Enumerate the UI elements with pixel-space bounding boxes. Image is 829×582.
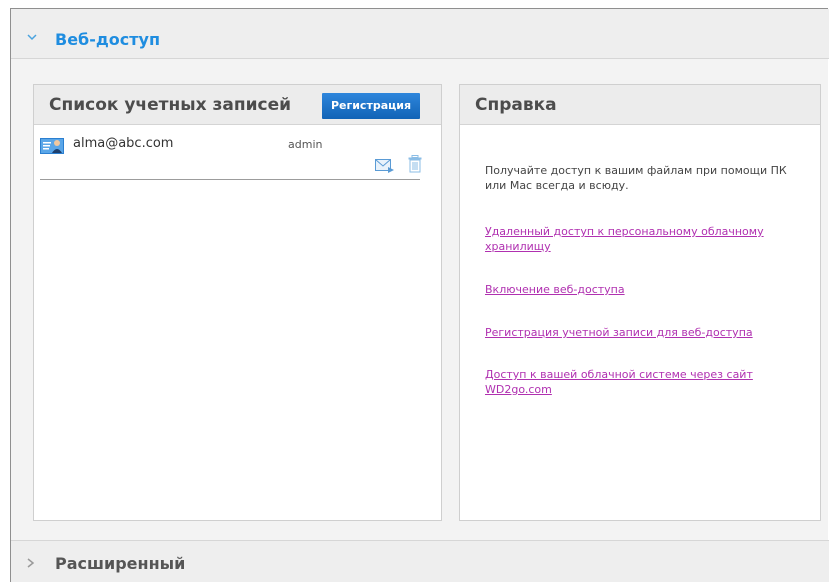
- send-mail-icon[interactable]: [375, 158, 395, 174]
- account-row[interactable]: alma@abc.com admin: [40, 135, 422, 180]
- accounts-panel-title: Список учетных записей: [49, 95, 292, 115]
- help-link-wd2go[interactable]: Доступ к вашей облачной системе через са…: [485, 367, 803, 397]
- user-account-icon: [40, 135, 64, 157]
- help-intro-text: Получайте доступ к вашим файлам при помо…: [485, 164, 787, 192]
- help-link-register-account[interactable]: Регистрация учетной записи для веб-досту…: [485, 325, 803, 340]
- register-button[interactable]: Регистрация: [322, 93, 420, 119]
- help-panel-header: Справка: [460, 85, 820, 125]
- help-link-enable-web-access[interactable]: Включение веб-доступа: [485, 282, 803, 297]
- web-access-title[interactable]: Веб-доступ: [55, 30, 160, 49]
- advanced-section-header[interactable]: Расширенный: [11, 540, 829, 582]
- help-panel: Справка Получайте доступ к вашим файлам …: [459, 84, 821, 521]
- chevron-right-icon[interactable]: [27, 558, 35, 570]
- trash-icon[interactable]: [408, 155, 422, 173]
- accounts-panel: Список учетных записей Регистрация alma@…: [33, 84, 442, 521]
- settings-container: Веб-доступ Список учетных записей Регист…: [10, 8, 829, 582]
- account-email: alma@abc.com: [73, 136, 174, 151]
- web-access-section-header[interactable]: Веб-доступ: [11, 9, 829, 59]
- page: Веб-доступ Список учетных записей Регист…: [0, 0, 829, 582]
- advanced-title[interactable]: Расширенный: [55, 554, 185, 573]
- help-panel-title: Справка: [475, 95, 557, 115]
- chevron-down-icon[interactable]: [27, 33, 37, 44]
- accounts-panel-header: Список учетных записей Регистрация: [34, 85, 441, 125]
- account-role: admin: [288, 138, 323, 151]
- help-link-remote-access[interactable]: Удаленный доступ к персональному облачно…: [485, 224, 803, 254]
